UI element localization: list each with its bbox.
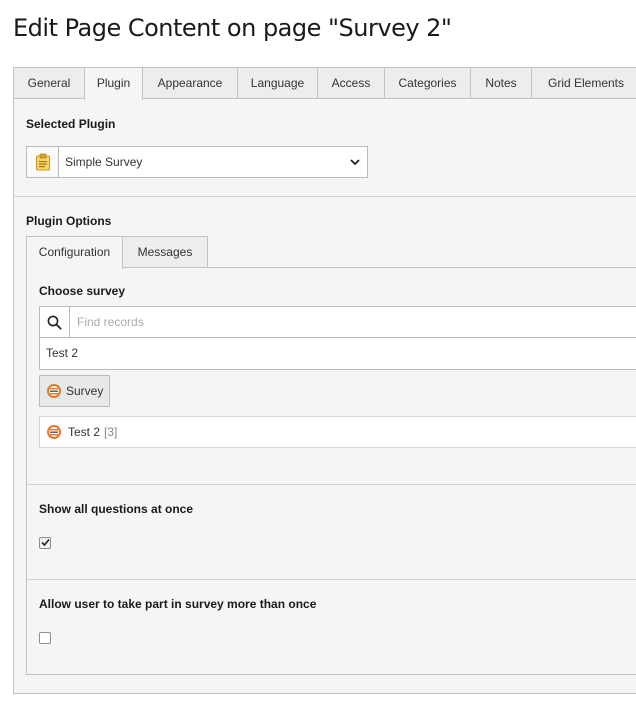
chevron-down-icon: [350, 159, 360, 166]
search-icon[interactable]: [40, 307, 70, 337]
divider: [27, 579, 636, 580]
tab-grid-elements[interactable]: Grid Elements: [531, 67, 636, 99]
tab-general[interactable]: General: [13, 67, 85, 99]
survey-icon: [47, 384, 61, 398]
selected-plugin-label: Selected Plugin: [26, 117, 116, 131]
plugin-select-value: Simple Survey: [65, 155, 143, 169]
selected-records-list[interactable]: Test 2: [39, 338, 636, 370]
tab-language[interactable]: Language: [237, 67, 318, 99]
tab-appearance[interactable]: Appearance: [142, 67, 238, 99]
tab-plugin[interactable]: Plugin: [84, 67, 143, 100]
record-search: [39, 306, 636, 338]
record-title: Test 2: [68, 425, 101, 439]
sub-tabs: Configuration Messages: [26, 236, 636, 269]
page-title: Edit Page Content on page "Survey 2": [13, 14, 452, 42]
clipboard-plugin-icon: [27, 147, 59, 177]
selected-record-item[interactable]: Test 2: [46, 346, 78, 360]
allow-multiple-label: Allow user to take part in survey more t…: [39, 597, 317, 611]
show-all-questions-label: Show all questions at once: [39, 502, 194, 516]
record-uid: [3]: [104, 425, 118, 439]
allow-multiple-checkbox[interactable]: [39, 632, 51, 644]
show-all-questions-checkbox[interactable]: [39, 537, 51, 549]
configuration-panel: Choose survey Test 2 Survey: [26, 267, 636, 675]
main-tabs: General Plugin Appearance Language Acces…: [13, 67, 636, 100]
add-survey-record-button[interactable]: Survey: [39, 375, 110, 407]
tab-access[interactable]: Access: [317, 67, 385, 99]
tab-messages[interactable]: Messages: [122, 236, 208, 268]
survey-icon: [47, 425, 61, 439]
plugin-options-label: Plugin Options: [26, 214, 112, 228]
survey-button-label: Survey: [66, 384, 104, 398]
search-input[interactable]: [71, 307, 631, 337]
choose-survey-label: Choose survey: [39, 284, 126, 298]
divider: [27, 484, 636, 485]
tab-configuration[interactable]: Configuration: [26, 236, 123, 269]
tab-categories[interactable]: Categories: [384, 67, 471, 99]
plugin-panel: Selected Plugin Simple Survey Plugin Opt…: [13, 98, 636, 694]
plugin-select[interactable]: Simple Survey: [26, 146, 368, 178]
record-row[interactable]: Test 2 [3]: [39, 416, 636, 448]
divider: [14, 196, 636, 197]
tab-notes[interactable]: Notes: [470, 67, 532, 99]
checkmark-icon: [41, 538, 50, 547]
